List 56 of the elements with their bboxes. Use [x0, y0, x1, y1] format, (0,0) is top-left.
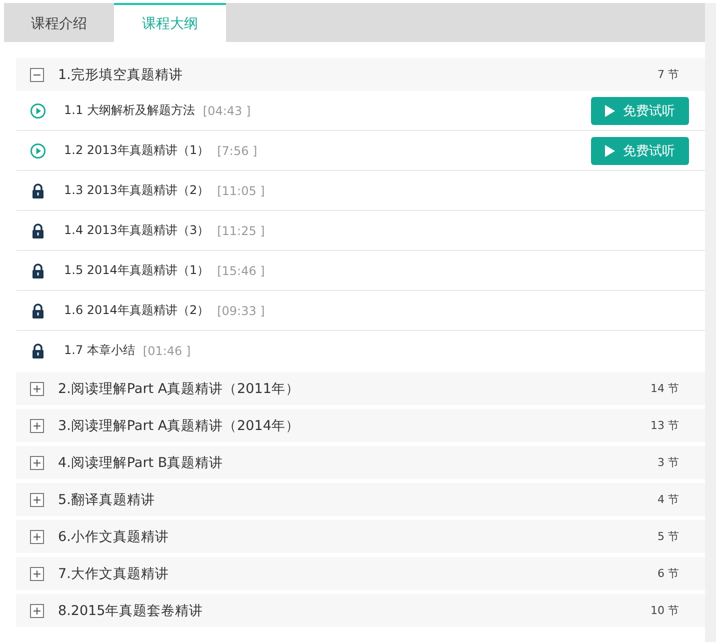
chapter-title: 8.2015年真题套卷精讲	[58, 602, 204, 620]
lesson-count: 6 节	[658, 566, 679, 581]
lesson-title[interactable]: 1.4 2013年真题精讲（3）	[64, 222, 210, 239]
lesson-duration: [04:43 ]	[202, 104, 251, 118]
expand-icon[interactable]	[30, 418, 44, 432]
chapter-title: 1.完形填空真题精讲	[58, 66, 184, 84]
expand-icon[interactable]	[30, 492, 44, 506]
chapter-title: 3.阅读理解Part A真题精讲（2014年）	[58, 416, 300, 434]
lesson-title[interactable]: 1.2 2013年真题精讲（1）	[64, 142, 210, 159]
lesson-count: 3 节	[658, 455, 679, 470]
lock-icon	[30, 302, 46, 318]
expand-icon[interactable]	[30, 382, 44, 396]
lesson-title[interactable]: 1.1 大纲解析及解题方法	[64, 102, 195, 119]
lesson-duration: [01:46 ]	[142, 344, 191, 358]
play-icon	[605, 144, 615, 156]
lesson-count: 13 节	[650, 418, 679, 433]
expand-icon[interactable]	[30, 566, 44, 580]
chapter-row[interactable]: 7.大作文真题精讲 6 节	[16, 557, 705, 590]
chapter-row[interactable]: 6.小作文真题精讲 5 节	[16, 520, 705, 553]
chapter-title: 4.阅读理解Part B真题精讲	[58, 454, 224, 472]
expand-icon[interactable]	[30, 604, 44, 618]
lesson-count: 10 节	[650, 603, 679, 618]
lesson-count: 14 节	[650, 381, 679, 396]
lock-icon	[30, 182, 46, 198]
lesson-title[interactable]: 1.5 2014年真题精讲（1）	[64, 262, 210, 279]
chapter-row[interactable]: 8.2015年真题套卷精讲 10 节	[16, 594, 705, 627]
chapter-row[interactable]: 2.阅读理解Part A真题精讲（2011年） 14 节	[16, 372, 705, 405]
lock-icon	[30, 262, 46, 278]
expand-icon[interactable]	[30, 530, 44, 544]
play-circle-icon	[30, 142, 46, 158]
lock-icon	[30, 342, 46, 358]
chapter-row[interactable]: 3.阅读理解Part A真题精讲（2014年） 13 节	[16, 409, 705, 442]
chapter-row[interactable]: 4.阅读理解Part B真题精讲 3 节	[16, 446, 705, 479]
play-circle-icon	[30, 102, 46, 118]
lesson-duration: [11:05 ]	[217, 184, 265, 198]
lesson-duration: [7:56 ]	[217, 144, 258, 158]
lesson-count: 5 节	[658, 529, 679, 544]
lesson-duration: [11:25 ]	[217, 224, 265, 238]
lesson-title[interactable]: 1.6 2014年真题精讲（2）	[64, 302, 210, 319]
lock-icon	[30, 222, 46, 238]
play-icon	[605, 104, 615, 116]
chapter-title: 5.翻译真题精讲	[58, 490, 156, 508]
lesson-title[interactable]: 1.3 2013年真题精讲（2）	[64, 182, 210, 199]
chapter-row[interactable]: 1.完形填空真题精讲 7 节	[16, 58, 705, 91]
lesson-title[interactable]: 1.7 本章小结	[64, 342, 135, 359]
tab[interactable]: 课程介绍	[4, 3, 114, 42]
lesson-count: 7 节	[658, 67, 679, 82]
expand-icon[interactable]	[30, 456, 44, 470]
lesson-duration: [09:33 ]	[217, 304, 265, 318]
chapter-title: 6.小作文真题精讲	[58, 528, 170, 546]
lesson-duration: [15:46 ]	[217, 264, 265, 278]
chapter-title: 2.阅读理解Part A真题精讲（2011年）	[58, 380, 300, 398]
chapter-row[interactable]: 5.翻译真题精讲 4 节	[16, 483, 705, 516]
chapter-title: 7.大作文真题精讲	[58, 564, 170, 582]
collapse-icon[interactable]	[30, 68, 44, 82]
lesson-count: 4 节	[658, 492, 679, 507]
